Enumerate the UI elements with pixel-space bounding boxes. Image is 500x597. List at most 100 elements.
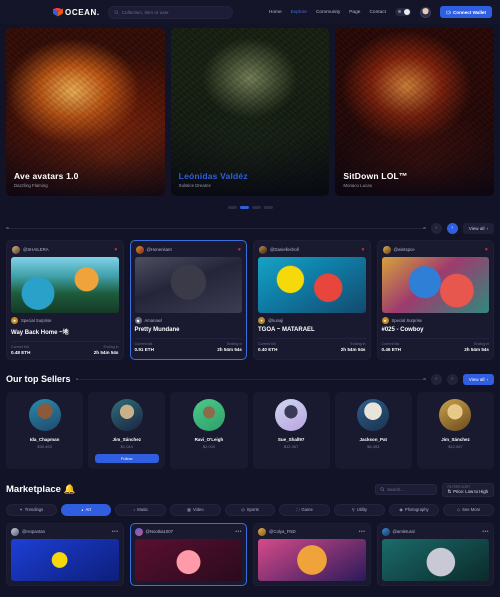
like-icon[interactable]: ♥ [362,247,365,253]
avatar[interactable] [258,527,266,536]
nft-artwork[interactable] [134,256,242,313]
auctions-prev-button[interactable]: ‹ [430,222,442,234]
nft-card[interactable]: @SHAILERA ♥ ★ Special Surprise Way Back … [6,239,124,360]
nft-artwork[interactable] [258,256,366,313]
ending-label: Ending in [350,341,366,346]
chip-see-more[interactable]: ◇ See More [443,503,495,516]
chip-trendings[interactable]: ✦ Trendings [6,503,57,516]
nft-card-header: @Daniellecholl ♥ [258,245,366,257]
marketplace-card-user[interactable]: @Hopantan [22,529,109,534]
nft-card[interactable]: @Honerisant ♥ ◆ Amanawl Pretty Mundane C… [129,239,247,360]
avatar[interactable] [135,245,144,254]
seller-card[interactable]: Jim_Sánchez $1,044 Follow [88,391,166,469]
nft-card[interactable]: @wintspce ♥ ★ Special Surprise #025 - Co… [376,239,494,360]
sort-dropdown[interactable]: FILTERS SORT ⇅ Price: Low to High [441,482,494,497]
marketplace-artwork[interactable] [11,538,119,581]
seller-amount: $12,067 [283,443,299,449]
chip-photography[interactable]: ◉ Photography [388,503,440,516]
marketplace-card[interactable]: @Colya_FND ••• [253,522,371,586]
nav-item-home[interactable]: Home [269,10,282,15]
marketplace-artwork[interactable] [258,538,366,581]
chip-label: Art [85,507,91,512]
nft-card-user[interactable]: @SHAILERA [23,247,112,252]
seller-card[interactable]: Ravi_O'Leigh $2,000 [170,391,248,469]
more-options-icon[interactable]: ••• [235,529,242,535]
search-input[interactable]: Collection, item or user [107,5,233,19]
connect-wallet-button[interactable]: Connect Wallet [439,6,492,18]
marketplace-card[interactable]: @Nootka1007 ••• [129,522,247,586]
sort-icon: ⇅ [447,488,452,494]
nft-artwork[interactable] [381,256,489,313]
seller-card[interactable]: Ida_Chapman $30,453 [6,391,84,469]
nft-card-user[interactable]: @wintspce [394,247,483,252]
avatar[interactable] [12,245,20,254]
seller-card[interactable]: Jim_Sánchez $12,067 [416,391,495,469]
sellers-view-all-button[interactable]: View all › [462,373,494,385]
like-icon[interactable]: ♥ [115,247,118,253]
chip-utility[interactable]: ⚲ Utility [334,503,385,516]
avatar[interactable] [381,527,390,536]
search-placeholder: Collection, item or user [121,9,169,15]
chip-art[interactable]: ◕ Art [60,503,112,516]
nav-item-page[interactable]: Page [349,10,360,15]
chip-video[interactable]: ▦ Video [170,503,221,516]
avatar[interactable] [134,527,143,536]
more-options-icon[interactable]: ••• [359,529,366,535]
marketplace-artwork[interactable] [381,538,489,581]
nav-item-contact[interactable]: Contact [369,10,386,15]
sellers-prev-button[interactable]: ‹ [430,373,442,385]
logo[interactable]: OCEAN. [53,7,100,17]
avatar[interactable] [259,245,267,254]
seller-list: Ida_Chapman $30,453 Jim_Sánchez $1,044 F… [0,391,500,469]
marketplace-card-user[interactable]: @Colya_FND [269,529,356,534]
chip-music[interactable]: ♪ Music [115,503,167,516]
sellers-next-button[interactable]: › [446,373,458,385]
chip-sports[interactable]: ◎ Sports [224,503,276,516]
chip-label: Game [301,507,313,512]
seller-name: Sue_Shall97 [277,436,305,442]
nft-badge: Special Surprise [391,317,423,323]
bid-value: 0.91 ETH [134,346,154,352]
auctions-next-button[interactable]: › [446,222,458,234]
carousel-dot[interactable] [227,206,237,209]
nft-card-user[interactable]: @Daniellecholl [270,247,359,252]
search-icon [114,10,119,15]
like-icon[interactable]: ♥ [238,247,241,253]
seller-card[interactable]: Sue_Shall97 $12,067 [252,391,330,469]
carousel-dot[interactable] [251,206,261,209]
ending-block: Ending in 2h 54m 54s [464,342,489,352]
wallet-icon [446,10,451,14]
divider [381,337,489,339]
nav-item-explore[interactable]: Explore [291,10,307,15]
nft-card[interactable]: @Daniellecholl ♥ ✦ @kunaji TGOA ~ MATARA… [253,239,371,360]
seller-card[interactable]: Jackson_Pat $6,493 [334,391,412,469]
nft-card-user[interactable]: @Honerisant [147,247,236,252]
chip-game[interactable]: ⛶ Game [279,503,331,516]
more-options-icon[interactable]: ••• [112,529,119,535]
avatar [357,398,390,431]
hero-slide[interactable]: SitDown LOL™ Monaco Lucas [335,28,495,196]
app-root: OCEAN. Collection, item or user Home Exp… [0,0,500,597]
carousel-dot-active[interactable] [239,206,249,209]
auctions-view-all-button[interactable]: View all › [462,222,494,234]
hero-slide[interactable]: Ave avatars 1.0 Dazzling Flaming [6,28,165,196]
avatar[interactable] [11,527,19,536]
marketplace-card[interactable]: @amletural ••• [376,522,494,586]
nav-item-community[interactable]: Community [316,10,340,15]
marketplace-card[interactable]: @Hopantan ••• [6,522,124,586]
marketplace-artwork[interactable] [134,538,242,581]
hero-slide[interactable]: Leónidas Valdéz Solstice Dreams [170,28,330,196]
marketplace-card-user[interactable]: @amletural [393,529,480,534]
more-options-icon[interactable]: ••• [482,529,489,535]
avatar [439,398,472,431]
theme-toggle[interactable] [394,8,411,16]
follow-button[interactable]: Follow [94,453,159,463]
marketplace-card-user[interactable]: @Nootka1007 [146,529,233,534]
chip-label: Video [192,507,204,512]
avatar[interactable] [382,245,391,254]
marketplace-search-input[interactable]: Search... [374,484,437,495]
avatar[interactable] [419,6,431,18]
like-icon[interactable]: ♥ [485,247,488,253]
nft-artwork[interactable] [11,256,119,313]
carousel-dot[interactable] [263,206,273,209]
